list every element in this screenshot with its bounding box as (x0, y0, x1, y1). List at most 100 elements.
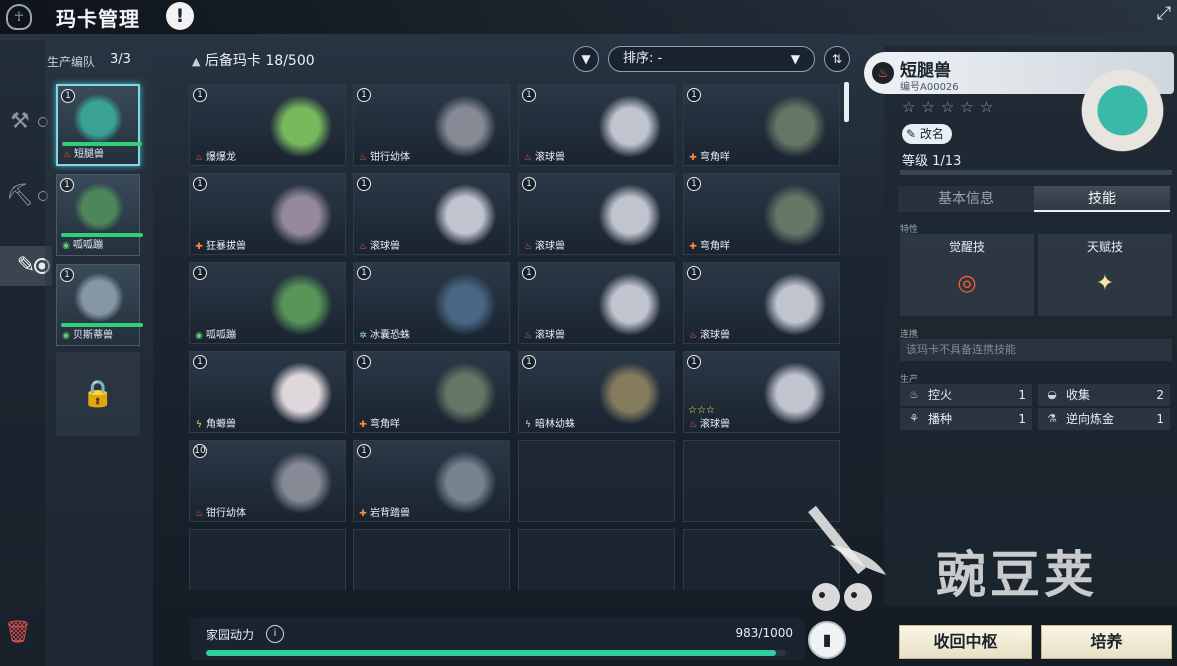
power-track (206, 650, 786, 656)
creature-portrait (431, 445, 499, 513)
expand-arrows-icon[interactable]: ⤢ (1152, 2, 1176, 26)
ice-element-icon: ✲ (359, 331, 367, 341)
card-name: ♨ 滚球兽 (523, 237, 565, 252)
filter-icon[interactable]: ▼ (573, 46, 599, 72)
wrench-icon[interactable]: ⚒ (0, 102, 40, 142)
team-member-card[interactable]: 1 ◉ 贝斯蒂兽 (56, 264, 143, 346)
recall-button[interactable]: 收回中枢 (899, 625, 1032, 659)
maka-card[interactable]: 1 ♨ 滚球兽 (518, 84, 675, 166)
sparkle-fire-icon: ✦ (1095, 271, 1115, 296)
empty-card-slot (353, 529, 510, 590)
combo-text: 该玛卡不具备连携技能 (900, 339, 1172, 361)
ritual-emblem-icon[interactable]: ☥ (6, 4, 32, 30)
team-member-card[interactable]: 1 ◉ 呱呱蹦 (56, 174, 143, 256)
maka-card[interactable]: 1 ☆☆☆ ♨ 滚球兽 (683, 351, 840, 433)
card-label: 冰囊恐蛛 (370, 330, 410, 341)
maka-card[interactable]: 1 ♨ 钳行幼体 (353, 84, 510, 166)
page-title: 玛卡管理 (56, 7, 140, 31)
rename-button[interactable]: ✎ 改名 (902, 124, 952, 144)
card-label: 岩背踏兽 (370, 508, 410, 519)
tab-basic-info[interactable]: 基本信息 (898, 186, 1034, 212)
maka-card[interactable]: 10 ♨ 钳行幼体 (189, 440, 346, 522)
creature-portrait (267, 445, 335, 513)
card-label: 狂暴拔兽 (206, 241, 246, 252)
creature-portrait (761, 178, 829, 246)
level-badge: 1 (357, 355, 371, 369)
info-icon[interactable]: i (266, 625, 284, 643)
maka-card[interactable]: 1 ✚ 岩背踏兽 (353, 440, 510, 522)
production-value: 2 (1156, 388, 1164, 402)
card-name: ✚ 弯角咩 (688, 148, 730, 163)
creature-portrait (596, 89, 664, 157)
maka-card[interactable]: 1 ◉ 呱呱蹦 (189, 262, 346, 344)
level-badge: 1 (687, 266, 701, 280)
trash-icon[interactable]: 🗑 (4, 620, 32, 650)
rename-label: 改名 (919, 127, 944, 141)
hammer-icon[interactable]: ⛏ (0, 176, 40, 216)
card-label: 钳行幼体 (206, 508, 246, 519)
team-member-card[interactable]: 1 ♨ 短腿兽 (56, 84, 142, 166)
maka-card[interactable]: 1 ♨ 滚球兽 (518, 262, 675, 344)
production-value: 1 (1018, 388, 1026, 402)
card-label: 角螈兽 (206, 419, 236, 430)
maka-card[interactable]: 1 ϟ 暗林幼蛛 (518, 351, 675, 433)
battery-icon[interactable]: ▮ (808, 621, 846, 659)
fire-element-icon: ♨ (194, 153, 204, 163)
earth-element-icon: ✚ (195, 242, 203, 252)
empty-card-slot (683, 440, 840, 522)
maka-card[interactable]: 1 ♨ 滚球兽 (353, 173, 510, 255)
sort-dropdown[interactable]: 排序: - ▼ (608, 46, 815, 72)
card-name: ϟ 角螈兽 (194, 415, 236, 430)
maka-card[interactable]: 1 ♨ 滚球兽 (518, 173, 675, 255)
basket-icon: ◒ (1047, 388, 1057, 401)
production-item: ♨ 控火 1 (900, 384, 1032, 406)
card-name: ♨ 爆爆龙 (194, 148, 236, 163)
scrollbar[interactable] (844, 82, 849, 122)
maka-card[interactable]: 1 ✚ 弯角咩 (683, 84, 840, 166)
fire-element-icon: ♨ (358, 242, 368, 252)
chevron-down-icon: ▼ (790, 52, 800, 66)
creature-portrait (1070, 40, 1175, 168)
fire-element-icon: ♨ (523, 242, 533, 252)
level-badge: 1 (522, 88, 536, 102)
grass-element-icon: ◉ (195, 331, 203, 341)
tab-skills[interactable]: 技能 (1034, 186, 1170, 212)
maka-card[interactable]: 1 ✚ 弯角咩 (683, 173, 840, 255)
card-label: 滚球兽 (535, 241, 565, 252)
skill-awaken[interactable]: 觉醒技 ◎ (900, 234, 1034, 316)
earth-element-icon: ✚ (689, 242, 697, 252)
creature-portrait (267, 267, 335, 335)
team-label: 生产编队 (47, 55, 96, 69)
xp-bar (900, 170, 1172, 175)
sort-label: 排序: - (623, 51, 663, 66)
empty-card-slot (518, 440, 675, 522)
maka-card[interactable]: 1 ϟ 角螈兽 (189, 351, 346, 433)
team-member-label: 贝斯蒂兽 (73, 330, 113, 341)
earth-element-icon: ✚ (359, 509, 367, 519)
card-name: ♨ 滚球兽 (523, 148, 565, 163)
nurture-button[interactable]: 培养 (1041, 625, 1172, 659)
fire-icon: ♨ (872, 62, 894, 84)
exclamation-icon[interactable]: ! (166, 2, 194, 30)
flask-icon: ⚗ (1047, 412, 1057, 425)
empty-card-slot (683, 529, 840, 590)
skill-talent[interactable]: 天赋技 ✦ (1038, 234, 1172, 316)
grass-element-icon: ◉ (62, 241, 70, 251)
creature-portrait (69, 179, 129, 231)
maka-card[interactable]: 1 ♨ 滚球兽 (683, 262, 840, 344)
card-name: ♨ 滚球兽 (688, 326, 730, 341)
sort-order-icon[interactable]: ⇅ (824, 46, 850, 72)
maka-card[interactable]: 1 ✲ 冰囊恐蛛 (353, 262, 510, 344)
maka-card[interactable]: 1 ♨ 爆爆龙 (189, 84, 346, 166)
level-badge: 1 (357, 88, 371, 102)
creature-portrait (68, 90, 128, 142)
level-badge: 1 (193, 266, 207, 280)
detail-tabs: 基本信息 技能 (898, 186, 1170, 212)
maka-card[interactable]: 1 ✚ 狂暴拔兽 (189, 173, 346, 255)
level-badge: 1 (357, 177, 371, 191)
fire-icon: ♨ (909, 388, 919, 401)
creature-portrait (761, 89, 829, 157)
maka-card[interactable]: 1 ✚ 弯角咩 (353, 351, 510, 433)
card-label: 钳行幼体 (370, 152, 410, 163)
card-label: 滚球兽 (535, 330, 565, 341)
